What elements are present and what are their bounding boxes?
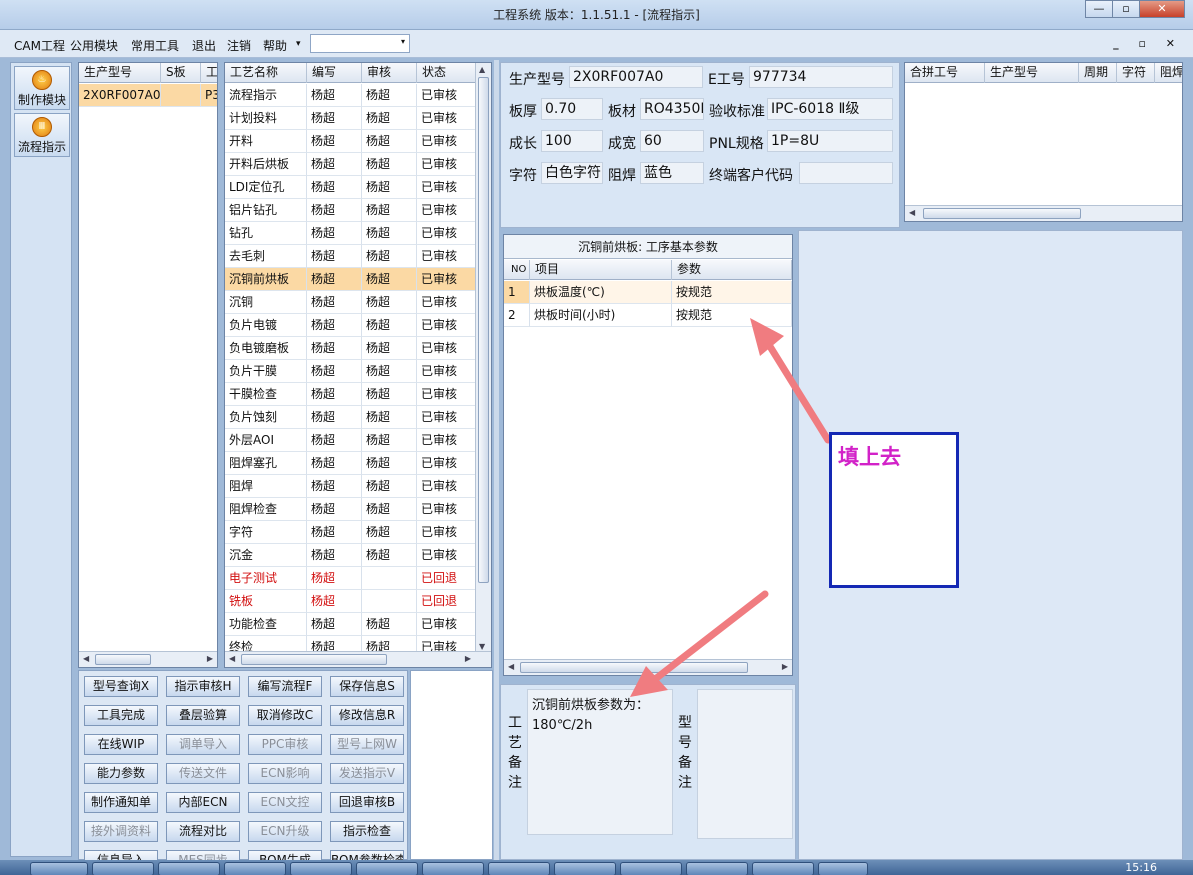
taskbar-app[interactable] [224, 862, 286, 875]
annotation-arrow-up [762, 336, 832, 444]
taskbar-app[interactable] [752, 862, 814, 875]
taskbar: 15:16 [0, 860, 1193, 875]
annotation-arrow-down [650, 590, 769, 684]
taskbar-app[interactable] [488, 862, 550, 875]
taskbar-app[interactable] [422, 862, 484, 875]
annotation-arrows [630, 318, 832, 697]
arrowhead-icon [750, 318, 784, 356]
taskbar-app[interactable] [92, 862, 154, 875]
annotation-text: 填上去 [838, 444, 901, 469]
taskbar-app[interactable] [818, 862, 868, 875]
taskbar-app[interactable] [356, 862, 418, 875]
taskbar-app[interactable] [620, 862, 682, 875]
taskbar-app[interactable] [158, 862, 220, 875]
taskbar-app[interactable] [554, 862, 616, 875]
taskbar-clock[interactable]: 15:16 [1125, 861, 1157, 874]
taskbar-app[interactable] [30, 862, 88, 875]
annotation-callout: 填上去 [829, 432, 959, 588]
taskbar-app[interactable] [686, 862, 748, 875]
taskbar-app[interactable] [290, 862, 352, 875]
